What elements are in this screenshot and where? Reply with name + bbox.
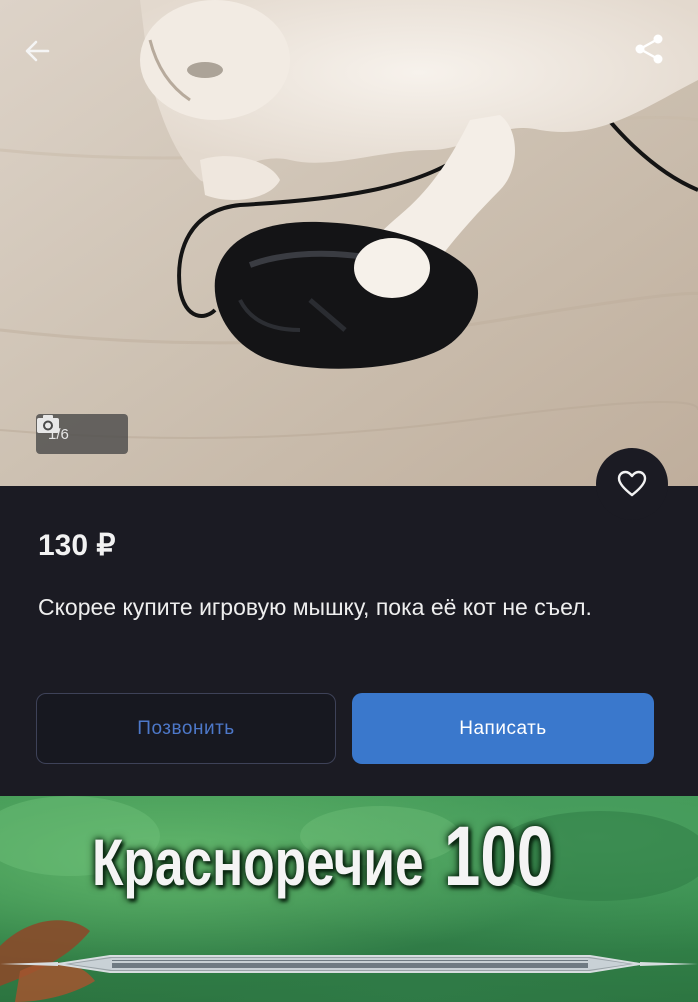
write-message-button[interactable]: Написать — [352, 693, 654, 764]
listing-description: Скорее купите игровую мышку, пока её кот… — [38, 594, 592, 620]
listing-photo[interactable]: 1/6 — [0, 0, 698, 486]
camera-icon — [37, 415, 59, 433]
photo-counter: 1/6 — [36, 414, 128, 454]
skill-name: Красноречие — [92, 825, 424, 899]
skill-banner: Красноречие 100 — [0, 796, 698, 1002]
share-icon — [635, 34, 663, 64]
listing-price: 130 ₽ — [38, 529, 116, 562]
favorite-button[interactable] — [596, 448, 668, 520]
call-button[interactable]: Позвонить — [36, 693, 336, 764]
heart-icon — [617, 470, 647, 497]
skill-level: 100 — [443, 809, 554, 903]
arrow-left-icon — [25, 40, 50, 62]
skill-title: Красноречие 100 — [92, 808, 553, 905]
back-button[interactable] — [22, 36, 62, 76]
skill-bar-fill — [112, 960, 588, 968]
share-button[interactable] — [632, 32, 676, 76]
